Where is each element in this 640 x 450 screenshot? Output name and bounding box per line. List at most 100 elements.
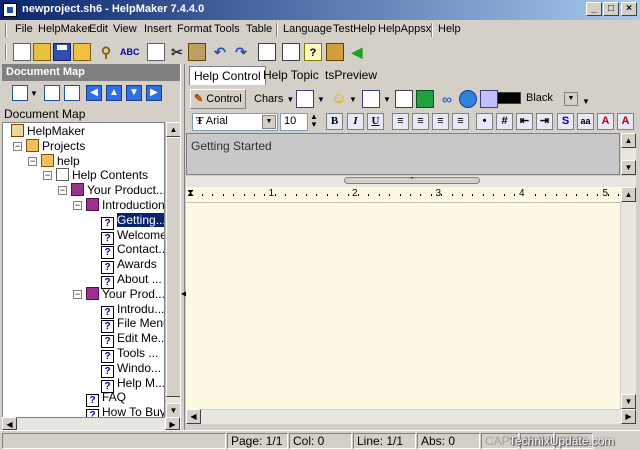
undo-icon[interactable]: ↶	[211, 43, 229, 61]
menu-helpappsx[interactable]: HelpAppsx	[378, 23, 431, 35]
tree-node[interactable]: ? Introdu...	[101, 302, 164, 319]
pane-splitter[interactable]: ◀	[180, 64, 187, 430]
chars-button[interactable]: Chars ▼	[250, 89, 298, 109]
maximize-button[interactable]: □	[603, 2, 619, 16]
scroll-down-icon[interactable]: ▼	[621, 160, 636, 175]
scroll-right-icon[interactable]: ▶	[165, 417, 180, 430]
editor-horizontal-scrollbar[interactable]: ◀ ▶	[186, 409, 636, 424]
paragraph-icon[interactable]	[395, 90, 413, 108]
minimize-button[interactable]: _	[586, 2, 602, 16]
tab-help-topic[interactable]: Help Topic	[259, 66, 323, 85]
help-question-icon[interactable]: ?	[304, 43, 322, 61]
add-topic-icon[interactable]	[44, 85, 60, 101]
redo-icon[interactable]: ↷	[232, 43, 250, 61]
tree-node[interactable]: Your Product...	[71, 183, 164, 198]
indent-icon[interactable]: ⇥	[536, 113, 553, 130]
title-scrollbar[interactable]: ▲ ▼	[621, 133, 636, 175]
move-last-icon[interactable]: ▶	[146, 85, 162, 101]
tree-node[interactable]: ? Edit Me...	[101, 331, 164, 349]
menu-view[interactable]: View	[113, 23, 137, 35]
topic-editor[interactable]	[186, 203, 620, 409]
highlight-icon[interactable]: A	[617, 113, 634, 130]
scroll-up-icon[interactable]: ▲	[621, 133, 636, 148]
insert-image-icon[interactable]	[296, 90, 314, 108]
menu-testhelp[interactable]: TestHelp	[333, 23, 376, 35]
menu-tools[interactable]: Tools	[214, 23, 240, 35]
text-color-select[interactable]: Black ▼	[522, 90, 580, 108]
tree-toggle-icon[interactable]: −	[58, 186, 67, 196]
properties-icon[interactable]	[258, 43, 276, 61]
bullet-list-icon[interactable]: •	[476, 113, 493, 130]
outdent-icon[interactable]: ⇤	[516, 113, 533, 130]
save-all-icon[interactable]	[73, 43, 91, 61]
scroll-left-icon[interactable]: ◀	[186, 409, 201, 424]
link-icon[interactable]: ∞	[438, 90, 456, 108]
tree-node[interactable]: ? About ...	[101, 272, 162, 289]
align-center-icon[interactable]: ≡	[412, 113, 429, 130]
tab-help-control[interactable]: Help Control	[189, 66, 266, 85]
indent-marker-icon[interactable]: ⧗	[187, 188, 194, 199]
title-splitter[interactable]: ⌃	[186, 176, 636, 187]
tree-node[interactable]: ? Windo...	[101, 361, 161, 378]
tree-node[interactable]: Introduction	[86, 198, 164, 213]
move-down-icon[interactable]: ▼	[126, 85, 142, 101]
web-globe-icon[interactable]	[459, 90, 477, 108]
tree-node[interactable]: ? FAQ	[86, 390, 126, 408]
topic-list-icon[interactable]	[282, 43, 300, 61]
new-file-icon[interactable]	[13, 43, 31, 61]
ruler[interactable]: ⧗ 1 2 3 4 5	[186, 187, 636, 203]
menu-table[interactable]: Table	[246, 23, 272, 35]
editor-vertical-scrollbar[interactable]: ▲ ▼	[621, 187, 636, 409]
tree-toggle-icon[interactable]: −	[43, 171, 52, 181]
tree-toggle-icon[interactable]: −	[28, 156, 37, 166]
excel-icon[interactable]	[416, 90, 434, 108]
strikeout-button[interactable]: S	[557, 113, 574, 130]
menu-edit[interactable]: Edit	[89, 23, 108, 35]
toolbar-overflow-icon[interactable]: ▼	[582, 97, 590, 106]
close-button[interactable]: ×	[621, 2, 637, 16]
menu-help[interactable]: Help	[438, 23, 461, 35]
menu-format[interactable]: Format	[177, 23, 212, 35]
open-folder-icon[interactable]	[33, 43, 51, 61]
paste-icon[interactable]	[188, 43, 206, 61]
font-select[interactable]: Ŧ Arial ▼	[192, 113, 278, 131]
underline-button[interactable]: U	[367, 113, 384, 130]
spellcheck-icon[interactable]: ABC	[120, 43, 140, 61]
move-first-icon[interactable]: ◀	[86, 85, 102, 101]
tree-vertical-scrollbar[interactable]: ▲ ▼	[165, 122, 181, 418]
document-tree[interactable]: HelpMaker − Projects − help − Help Contents − Yo…	[2, 122, 165, 418]
tree-node[interactable]: Help Contents	[56, 168, 148, 183]
tree-node[interactable]: help	[41, 153, 80, 169]
numbered-list-icon[interactable]: #	[496, 113, 513, 130]
tree-node[interactable]: ?Welcome...	[101, 228, 164, 245]
app-icon[interactable]	[3, 3, 17, 17]
scroll-up-icon[interactable]: ▲	[621, 187, 636, 202]
add-book-icon[interactable]	[64, 85, 80, 101]
scroll-down-icon[interactable]: ▼	[166, 403, 181, 418]
move-up-icon[interactable]: ▲	[106, 85, 122, 101]
change-case-button[interactable]: aa	[577, 113, 594, 130]
menu-insert[interactable]: Insert	[144, 23, 172, 35]
run-arrow-icon[interactable]: ◀	[348, 43, 366, 61]
align-right-icon[interactable]: ≡	[432, 113, 449, 130]
font-size-field[interactable]: 10	[280, 113, 308, 131]
tree-node[interactable]: HelpMaker	[11, 124, 85, 139]
tree-scroll-thumb[interactable]	[166, 137, 181, 397]
text-style-dropdown-icon[interactable]: ▼	[383, 95, 391, 104]
italic-button[interactable]: I	[347, 113, 364, 130]
tab-tspreview[interactable]: tsPreview	[321, 66, 381, 85]
compile-icon[interactable]	[326, 43, 344, 61]
tree-node[interactable]: ? File Menu	[101, 316, 164, 334]
copy-icon[interactable]	[147, 43, 165, 61]
tree-node[interactable]: Projects	[26, 138, 85, 154]
tree-node[interactable]: ? How To Buy	[86, 405, 164, 417]
control-button[interactable]: ✎ Control	[190, 89, 246, 109]
align-left-icon[interactable]: ≡	[392, 113, 409, 130]
tree-horizontal-scrollbar[interactable]: ◀ ▶	[2, 417, 180, 430]
tree-node[interactable]: ? Awards	[101, 257, 157, 275]
tree-toggle-icon[interactable]: −	[73, 201, 82, 210]
scroll-down-icon[interactable]: ▼	[621, 394, 636, 409]
insert-image-dropdown-icon[interactable]: ▼	[317, 95, 325, 104]
align-justify-icon[interactable]: ≡	[452, 113, 469, 130]
tree-node[interactable]: ? Getting...	[101, 212, 164, 230]
